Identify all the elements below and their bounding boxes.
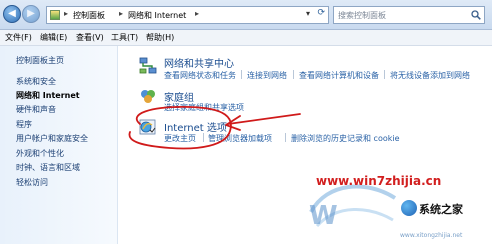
- change-homepage-link[interactable]: 更改主页: [164, 133, 196, 144]
- nav-appearance[interactable]: 外观和个性化: [16, 148, 64, 159]
- watermark-name: 系统之家: [419, 203, 463, 216]
- network-icon: [139, 57, 157, 74]
- network-sharing-center-title[interactable]: 网络和共享中心: [164, 55, 234, 70]
- link-divider: [293, 70, 294, 79]
- menu-help[interactable]: 帮助(H): [146, 32, 174, 43]
- menu-tools[interactable]: 工具(T): [111, 32, 138, 43]
- annotation-arrowhead: [225, 115, 241, 131]
- back-button[interactable]: ◀: [3, 5, 21, 23]
- annotation-arrow: [227, 113, 301, 125]
- breadcrumb-arrow-icon[interactable]: ▸: [195, 9, 199, 18]
- svg-text:W: W: [309, 201, 338, 231]
- internet-options-icon: [139, 119, 156, 135]
- view-network-computers-link[interactable]: 查看网络计算机和设备: [299, 70, 379, 81]
- link-divider: [384, 70, 385, 79]
- forward-button[interactable]: ▶: [22, 5, 40, 23]
- nav-user-accounts[interactable]: 用户帐户和家庭安全: [16, 133, 88, 144]
- menu-bar: 文件(F) 编辑(E) 查看(V) 工具(T) 帮助(H): [0, 30, 492, 46]
- nav-system-security[interactable]: 系统和安全: [16, 76, 56, 87]
- search-input[interactable]: 搜索控制面板: [333, 6, 485, 24]
- delete-history-link[interactable]: 删除浏览的历史记录和 cookie: [291, 133, 400, 144]
- nav-network-internet[interactable]: 网络和 Internet: [16, 90, 80, 101]
- connect-to-network-link[interactable]: 连接到网络: [247, 70, 287, 81]
- address-toolbar: ◀ ▶ ▸ 控制面板 ▸ 网络和 Internet ▸ ▾ ⟳ 搜索控制面板: [0, 0, 492, 30]
- search-icon[interactable]: [471, 10, 481, 20]
- nav-clock-language-region[interactable]: 时钟、语言和区域: [16, 162, 80, 173]
- homegroup-options-link[interactable]: 选择家庭组和共享选项: [164, 102, 244, 113]
- add-wireless-device-link[interactable]: 将无线设备添加到网络: [390, 70, 470, 81]
- nav-ease-of-access[interactable]: 轻松访问: [16, 177, 48, 188]
- address-bar[interactable]: ▸ 控制面板 ▸ 网络和 Internet ▸ ▾ ⟳: [46, 6, 329, 24]
- menu-file[interactable]: 文件(F): [5, 32, 32, 43]
- watermark-subtitle: www.xitongzhijia.net: [400, 232, 463, 239]
- breadcrumb-control-panel[interactable]: 控制面板: [73, 10, 105, 21]
- link-divider: [203, 133, 204, 142]
- chevron-down-icon[interactable]: ▾: [306, 9, 310, 18]
- view-network-status-link[interactable]: 查看网络状态和任务: [164, 70, 236, 81]
- manage-addons-link[interactable]: 管理浏览器加载项: [208, 133, 272, 144]
- watermark-url: www.win7zhijia.cn: [316, 174, 442, 188]
- control-panel-icon: [50, 10, 60, 20]
- link-divider: [241, 70, 242, 79]
- link-divider: [285, 133, 286, 142]
- nav-programs[interactable]: 程序: [16, 119, 32, 130]
- menu-view[interactable]: 查看(V): [76, 32, 104, 43]
- breadcrumb-arrow-icon[interactable]: ▸: [64, 9, 68, 18]
- watermark-logo-icon: [401, 200, 417, 216]
- homegroup-icon: [141, 90, 155, 103]
- breadcrumb-arrow-icon[interactable]: ▸: [119, 9, 123, 18]
- nav-hardware-sound[interactable]: 硬件和声音: [16, 104, 56, 115]
- refresh-icon[interactable]: ⟳: [317, 8, 325, 18]
- internet-options-title[interactable]: Internet 选项: [164, 119, 227, 134]
- menu-edit[interactable]: 编辑(E): [40, 32, 67, 43]
- breadcrumb-network-internet[interactable]: 网络和 Internet: [128, 10, 186, 21]
- nav-control-panel-home[interactable]: 控制面板主页: [16, 55, 64, 66]
- left-navigation: 控制面板主页 系统和安全 网络和 Internet 硬件和声音 程序 用户帐户和…: [0, 46, 118, 244]
- search-placeholder: 搜索控制面板: [338, 11, 386, 20]
